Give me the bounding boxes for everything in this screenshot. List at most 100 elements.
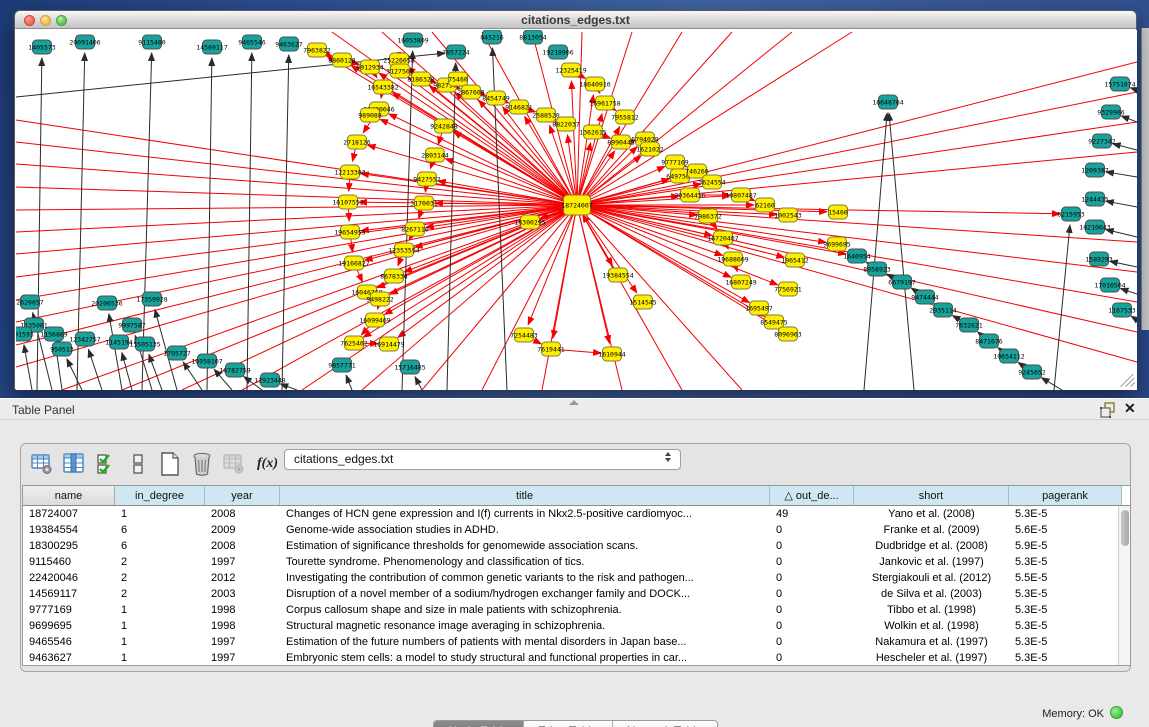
citation-edge-black[interactable] [1113, 144, 1137, 150]
cell-short[interactable]: Jankovic et al. (1997) [854, 554, 1009, 570]
delete-entries-trash-icon[interactable] [189, 451, 215, 477]
citation-edge-red[interactable] [577, 62, 1137, 205]
cell-in_degree[interactable]: 1 [115, 634, 205, 650]
cell-title[interactable]: Changes of HCN gene expression and I(f) … [280, 506, 770, 522]
citation-edge-black[interactable] [1106, 172, 1137, 177]
cell-in_degree[interactable]: 2 [115, 554, 205, 570]
cell-in_degree[interactable]: 1 [115, 618, 205, 634]
cell-title[interactable]: Investigating the contribution of common… [280, 570, 770, 586]
citation-edge-black[interactable] [282, 55, 289, 390]
cell-name[interactable]: 18300295 [23, 538, 115, 554]
citation-edge-black[interactable] [280, 384, 297, 390]
cell-title[interactable]: Estimation of the future numbers of pati… [280, 634, 770, 650]
cell-title[interactable]: Estimation of significance thresholds fo… [280, 538, 770, 554]
table-row[interactable]: 1872400712008Changes of HCN gene express… [23, 506, 1130, 522]
cell-in_degree[interactable]: 6 [115, 522, 205, 538]
new-table-icon[interactable] [157, 451, 183, 477]
table-row[interactable]: 2242004622012Investigating the contribut… [23, 570, 1130, 586]
close-panel-icon[interactable]: ✕ [1124, 400, 1136, 417]
table-row[interactable]: 1456911722003Disruption of a novel membe… [23, 586, 1130, 602]
cell-title[interactable]: Genome-wide association studies in ADHD. [280, 522, 770, 538]
split-pane-handle[interactable] [569, 400, 579, 405]
select-all-icon[interactable] [93, 451, 119, 477]
citation-edge-black[interactable] [1131, 316, 1137, 320]
cell-name[interactable]: 9115460 [23, 554, 115, 570]
cell-year[interactable]: 2012 [205, 570, 280, 586]
column-header-in_degree[interactable]: in_degree [115, 486, 205, 505]
citation-edge-black[interactable] [122, 353, 132, 390]
citation-edge-black[interactable] [88, 349, 102, 390]
cell-short[interactable]: Wolkin et al. (1998) [854, 618, 1009, 634]
cell-pagerank[interactable]: 5.6E-5 [1009, 522, 1122, 538]
cell-year[interactable]: 1997 [205, 650, 280, 666]
cell-year[interactable]: 2009 [205, 522, 280, 538]
cell-out_degree[interactable]: 0 [770, 602, 854, 618]
citation-edge-red[interactable] [553, 205, 577, 338]
cell-pagerank[interactable]: 5.5E-5 [1009, 570, 1122, 586]
network-canvas[interactable]: 1872400718300295977716964975687462663624… [16, 30, 1137, 390]
cell-year[interactable]: 1998 [205, 602, 280, 618]
table-row[interactable]: 946554611997Estimation of the future num… [23, 634, 1130, 650]
cell-in_degree[interactable]: 6 [115, 538, 205, 554]
cell-name[interactable]: 9699695 [23, 618, 115, 634]
cell-title[interactable]: Corpus callosum shape and size in male p… [280, 602, 770, 618]
cell-name[interactable]: 18724007 [23, 506, 115, 522]
cell-name[interactable]: 22420046 [23, 570, 115, 586]
cell-name[interactable]: 19384554 [23, 522, 115, 538]
cell-year[interactable]: 1998 [205, 618, 280, 634]
cell-title[interactable]: Structural magnetic resonance image aver… [280, 618, 770, 634]
column-header-out_degree[interactable]: △ out_de... [770, 486, 854, 505]
table-panel-header[interactable]: Table Panel ✕ [0, 398, 1149, 420]
citation-edge-red[interactable] [482, 205, 577, 390]
network-view-window[interactable]: citations_edges.txt 18724007183002959777… [14, 10, 1137, 390]
cell-out_degree[interactable]: 0 [770, 650, 854, 666]
cell-name[interactable]: 14569117 [23, 586, 115, 602]
table-row[interactable]: 1830029562008Estimation of significance … [23, 538, 1130, 554]
clear-selection-icon[interactable] [125, 451, 151, 477]
citation-edge-black[interactable] [1121, 116, 1137, 122]
cell-name[interactable]: 9465546 [23, 634, 115, 650]
cell-short[interactable]: Yano et al. (2008) [854, 506, 1009, 522]
cell-short[interactable]: Stergiakouli et al. (2012) [854, 570, 1009, 586]
table-row[interactable]: 946362711997Embryonic stem cells: a mode… [23, 650, 1130, 666]
cell-pagerank[interactable]: 5.9E-5 [1009, 538, 1122, 554]
cell-short[interactable]: Franke et al. (2009) [854, 522, 1009, 538]
cell-pagerank[interactable]: 5.3E-5 [1009, 602, 1122, 618]
cell-out_degree[interactable]: 0 [770, 554, 854, 570]
citation-edge-red[interactable] [16, 205, 577, 345]
cell-name[interactable]: 9463627 [23, 650, 115, 666]
column-header-pagerank[interactable]: pagerank [1009, 486, 1122, 505]
table-row[interactable]: 969969511998Structural magnetic resonanc… [23, 618, 1130, 634]
citation-edge-black[interactable] [1054, 225, 1070, 390]
column-header-year[interactable]: year [205, 486, 280, 505]
citation-edge-black[interactable] [415, 377, 422, 390]
citation-edge-black[interactable] [1110, 261, 1137, 267]
cell-out_degree[interactable]: 49 [770, 506, 854, 522]
cell-out_degree[interactable]: 0 [770, 538, 854, 554]
citation-edge-red[interactable] [16, 205, 577, 277]
table-vertical-scrollbar[interactable] [1118, 506, 1130, 665]
cell-out_degree[interactable]: 0 [770, 522, 854, 538]
cell-out_degree[interactable]: 0 [770, 634, 854, 650]
cell-short[interactable]: de Silva et al. (2003) [854, 586, 1009, 602]
cell-pagerank[interactable]: 5.3E-5 [1009, 586, 1122, 602]
cell-year[interactable]: 2008 [205, 506, 280, 522]
float-panel-icon[interactable] [1099, 402, 1117, 418]
citation-edge-red[interactable] [16, 164, 577, 205]
cell-out_degree[interactable]: 0 [770, 618, 854, 634]
cell-pagerank[interactable]: 5.3E-5 [1009, 506, 1122, 522]
cell-title[interactable]: Embryonic stem cells: a model to study s… [280, 650, 770, 666]
cell-short[interactable]: Hescheler et al. (1997) [854, 650, 1009, 666]
cell-short[interactable]: Nakamura et al. (1997) [854, 634, 1009, 650]
cell-in_degree[interactable]: 1 [115, 650, 205, 666]
cell-year[interactable]: 2003 [205, 586, 280, 602]
function-builder-icon[interactable]: f(x) [257, 456, 278, 472]
citation-edge-black[interactable] [1041, 378, 1062, 390]
cell-year[interactable]: 1997 [205, 554, 280, 570]
delete-table-disabled-icon[interactable] [221, 451, 247, 477]
network-window-titlebar[interactable]: citations_edges.txt [15, 11, 1136, 29]
memory-status-indicator[interactable] [1110, 706, 1123, 719]
table-row[interactable]: 911546021997Tourette syndrome. Phenomeno… [23, 554, 1130, 570]
window-resize-grip[interactable] [1119, 372, 1135, 388]
cell-year[interactable]: 1997 [205, 634, 280, 650]
